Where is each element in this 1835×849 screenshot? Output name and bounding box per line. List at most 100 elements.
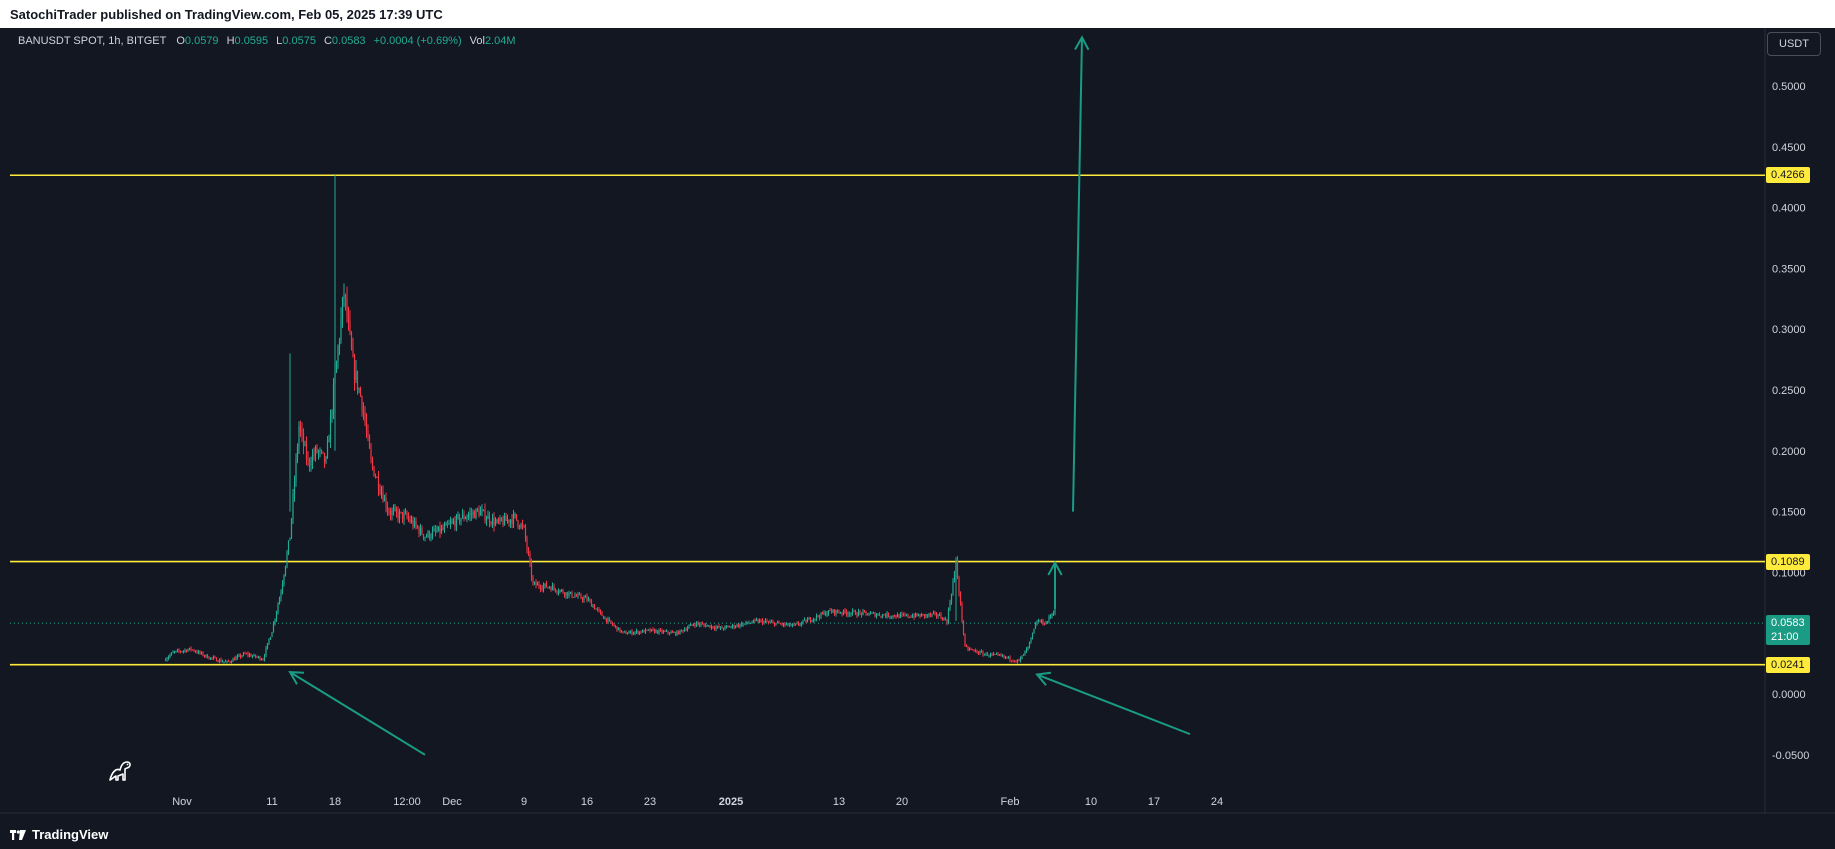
candle-body bbox=[310, 464, 312, 466]
candle-body bbox=[287, 540, 290, 553]
candle-body bbox=[454, 521, 456, 527]
candle-body bbox=[344, 294, 347, 298]
candle-body bbox=[949, 602, 951, 610]
candle-body bbox=[409, 518, 411, 522]
candle-body bbox=[593, 605, 596, 610]
candle-body bbox=[428, 531, 431, 539]
candle-body bbox=[370, 448, 372, 460]
candle-body bbox=[757, 619, 759, 623]
candle-body bbox=[538, 583, 540, 587]
candle-body bbox=[902, 614, 905, 616]
candle-body bbox=[866, 613, 869, 616]
candle-body bbox=[682, 630, 684, 632]
candle-body bbox=[686, 628, 689, 631]
candle-body bbox=[332, 383, 335, 413]
candle-body bbox=[224, 661, 227, 663]
candle-body bbox=[880, 615, 882, 617]
candle-body bbox=[743, 623, 746, 625]
candle-body bbox=[463, 514, 465, 519]
candle-body bbox=[631, 631, 633, 635]
candle-body bbox=[328, 440, 330, 443]
candle-body bbox=[476, 508, 479, 511]
candle-body bbox=[385, 497, 387, 508]
candle-body bbox=[733, 624, 735, 628]
candle-body bbox=[176, 650, 179, 652]
candle-body bbox=[509, 519, 512, 523]
candle-body bbox=[395, 508, 398, 512]
candle-body bbox=[860, 612, 863, 615]
candle-body bbox=[226, 660, 228, 662]
candle-body bbox=[1030, 637, 1032, 643]
candle-body bbox=[815, 615, 818, 619]
candle-body bbox=[299, 426, 302, 430]
currency-button[interactable]: USDT bbox=[1767, 32, 1821, 56]
candle-body bbox=[988, 655, 990, 657]
candle-body bbox=[853, 610, 855, 612]
candle-body bbox=[500, 517, 503, 521]
candle-body bbox=[530, 562, 533, 578]
candle-body bbox=[217, 661, 219, 663]
candle-body bbox=[784, 623, 786, 625]
candle-body bbox=[785, 624, 788, 626]
tradingview-logo-icon[interactable] bbox=[10, 829, 26, 840]
candle-body bbox=[346, 297, 348, 318]
candle-body bbox=[967, 646, 969, 650]
candle-body bbox=[313, 454, 315, 456]
candle-body bbox=[697, 622, 699, 624]
candle-body bbox=[700, 623, 702, 626]
candle-body bbox=[238, 655, 240, 657]
candle-body bbox=[679, 629, 681, 635]
candle-body bbox=[806, 619, 809, 623]
candle-body bbox=[292, 494, 294, 519]
candle-body bbox=[664, 631, 666, 633]
candle-body bbox=[340, 318, 342, 341]
candle-body bbox=[755, 619, 758, 621]
candle-body bbox=[568, 593, 570, 597]
footer-brand[interactable]: TradingView bbox=[32, 827, 108, 842]
candle-body bbox=[472, 512, 474, 515]
candle-body bbox=[805, 619, 807, 623]
candle-body bbox=[535, 582, 537, 586]
candle-body bbox=[215, 657, 218, 662]
candle-body bbox=[698, 623, 701, 626]
candle-body bbox=[868, 614, 870, 616]
candle-body bbox=[431, 530, 434, 537]
candle-body bbox=[556, 591, 558, 593]
candle-body bbox=[973, 649, 975, 651]
candle-body bbox=[1040, 620, 1043, 623]
candle-body bbox=[470, 513, 473, 515]
y-tick-label: 0.2000 bbox=[1772, 446, 1806, 458]
candle-body bbox=[400, 511, 402, 513]
candle-body bbox=[515, 514, 518, 521]
candle-body bbox=[274, 619, 276, 624]
candle-body bbox=[941, 618, 944, 621]
candle-body bbox=[527, 548, 530, 555]
candle-body bbox=[236, 656, 239, 658]
candle-body bbox=[353, 356, 356, 380]
candle-body bbox=[749, 623, 752, 625]
publish-header: SatochiTrader published on TradingView.c… bbox=[0, 0, 1835, 28]
candle-body bbox=[817, 615, 819, 617]
candle-body bbox=[1031, 633, 1034, 638]
candle-body bbox=[356, 370, 359, 390]
candle-body bbox=[389, 513, 392, 515]
candle-body bbox=[482, 509, 485, 511]
candle-body bbox=[940, 614, 942, 619]
candle-body bbox=[364, 412, 366, 423]
candle-body bbox=[622, 631, 624, 633]
candle-body bbox=[742, 623, 744, 626]
candle-body bbox=[449, 522, 452, 524]
candle-body bbox=[874, 612, 876, 617]
dinosaur-icon[interactable] bbox=[106, 756, 134, 789]
candle-body bbox=[779, 623, 782, 625]
price-chart[interactable]: 0.5000 0.4500 0.4000 0.3500 0.3000 0.2500 0.20… bbox=[0, 28, 1835, 820]
candle-body bbox=[721, 626, 723, 629]
candle-body bbox=[191, 649, 194, 651]
candle-body bbox=[325, 457, 327, 463]
candle-body bbox=[629, 631, 632, 633]
candle-body bbox=[343, 294, 345, 298]
candle-body bbox=[932, 612, 935, 614]
candle-body bbox=[248, 654, 251, 656]
candle-body bbox=[187, 649, 189, 652]
open-label: O bbox=[176, 35, 185, 47]
